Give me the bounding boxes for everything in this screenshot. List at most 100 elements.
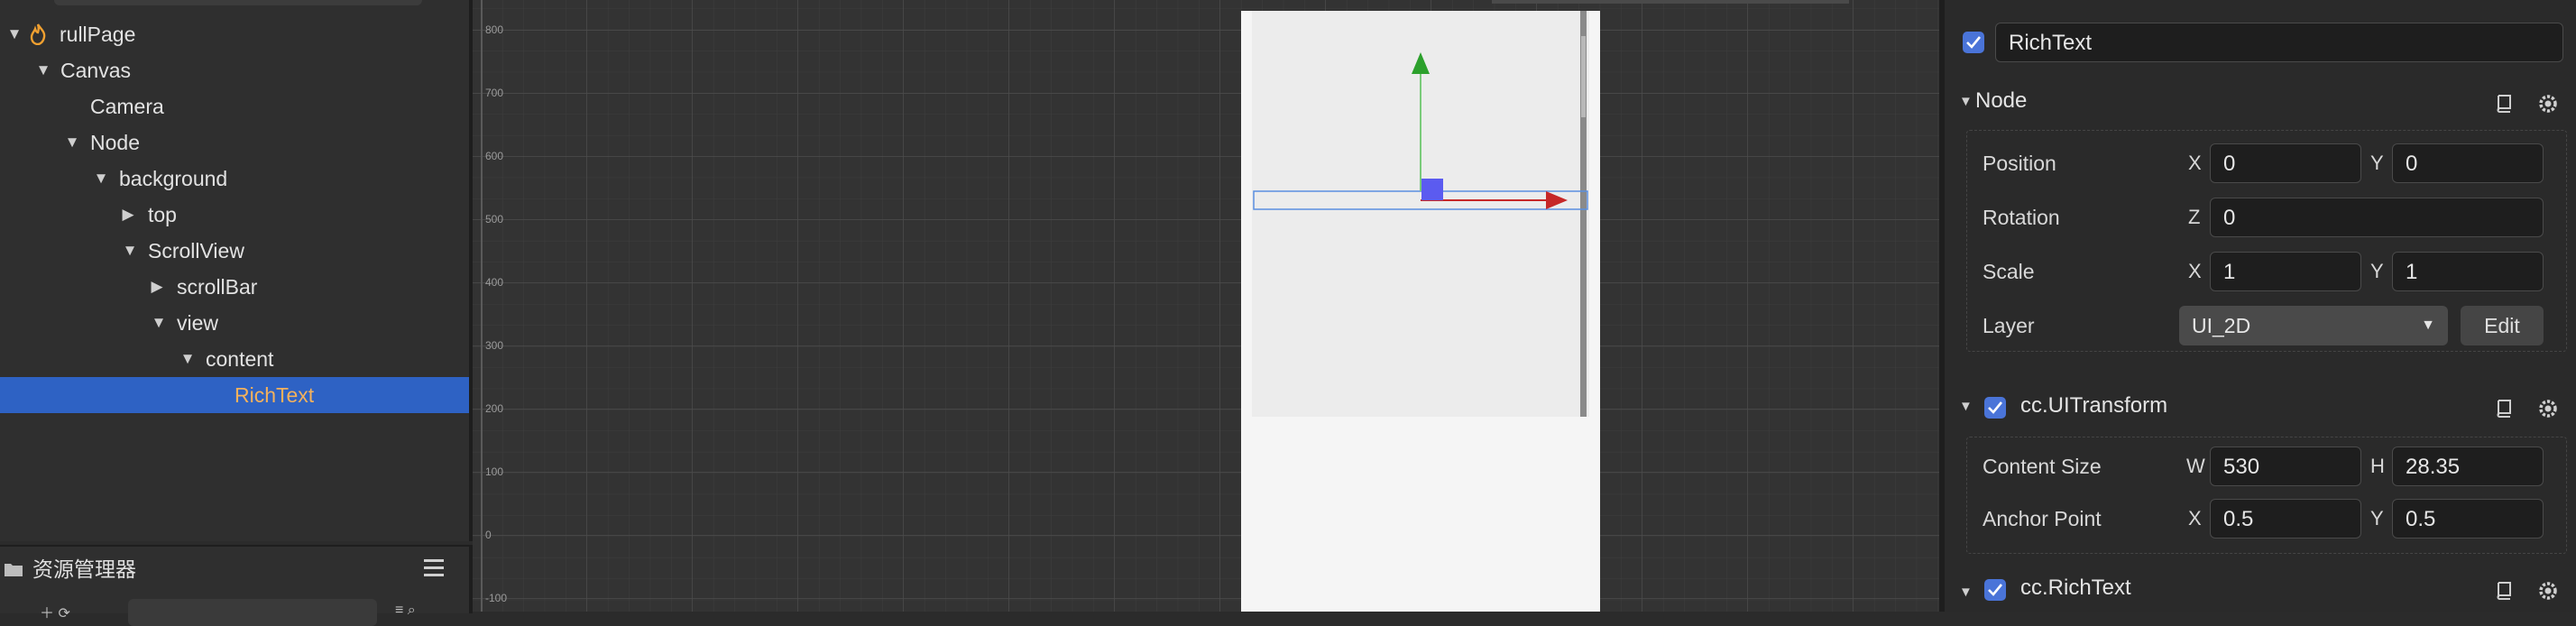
expand-arrow-icon[interactable]: ▼ [90,161,112,197]
axis-y-label: Y [2370,152,2384,174]
tree-item-top[interactable]: ▶ top [0,197,469,233]
checkmark-icon [1988,584,2003,596]
rotation-z-input[interactable]: 0 [2210,198,2544,237]
tree-item-content[interactable]: ▼ content [0,341,469,377]
gizmo-center-handle[interactable] [1421,179,1443,200]
checkmark-icon [1988,401,2003,414]
richtext-enabled-checkbox[interactable] [1984,579,2006,601]
tree-item-camera[interactable]: Camera [0,88,469,124]
expand-arrow-icon[interactable]: ▼ [32,52,54,88]
anchor-point-label: Anchor Point [1983,507,2102,530]
tree-item-scrollbar[interactable]: ▶ scrollBar [0,269,469,305]
section-title: Node [1975,88,2028,113]
assets-sort-icons[interactable]: ≡ ⌕ [395,603,458,621]
tree-item-canvas[interactable]: ▼ Canvas [0,52,469,88]
expand-arrow-icon[interactable]: ▼ [148,305,170,341]
scene-toolbar-edge [1492,0,1849,4]
tree-item-label: Node [90,131,140,154]
help-book-icon[interactable] [2495,581,2513,601]
ruler-label: 300 [485,339,504,352]
assets-toolbar-icons[interactable]: ＋ ⟳ [40,601,112,621]
tree-item-scrollview[interactable]: ▼ ScrollView [0,233,469,269]
tree-item-label: Camera [90,95,164,118]
tree-item-view[interactable]: ▼ view [0,305,469,341]
anchor-x-input[interactable]: 0.5 [2210,499,2361,539]
ruler-label: 0 [485,529,492,541]
collapse-arrow-icon[interactable]: ▼ [1959,399,1973,414]
layer-select-value: UI_2D [2192,314,2251,337]
inspector-panel: RichText ▼ Node Position X 0 Y 0 Rotatio… [1939,0,2576,612]
content-width-input[interactable]: 530 [2210,446,2361,486]
tree-item-label: Canvas [60,59,131,82]
uitransform-section-header[interactable]: ▼ cc.UITransform [1959,382,2567,433]
scale-x-input[interactable]: 1 [2210,252,2361,291]
help-book-icon[interactable] [2495,399,2513,419]
layer-label: Layer [1983,314,2035,337]
ruler-label: -100 [485,592,508,604]
axis-x-label: X [2188,507,2202,529]
hierarchy-panel: ▼ rullPage ▼ Canvas Camera ▼ Node ▼ back… [0,0,473,541]
expand-arrow-icon[interactable]: ▼ [4,16,25,52]
ruler-label: 700 [485,87,504,99]
tree-item-richtext[interactable]: RichText [0,377,469,413]
tree-item-label: RichText [235,383,315,407]
ruler-label: 800 [485,23,504,36]
expand-arrow-icon[interactable]: ▼ [177,341,198,377]
scale-label: Scale [1983,260,2035,283]
collapse-arrow-icon[interactable]: ▶ [117,197,139,233]
position-x-input[interactable]: 0 [2210,143,2361,183]
hierarchy-search-bar[interactable] [54,0,422,5]
expand-arrow-icon[interactable]: ▼ [119,233,141,269]
ruler-label: 200 [485,402,504,415]
tree-item-label: view [177,311,219,335]
tree-item-background[interactable]: ▼ background [0,161,469,197]
axis-y-label: Y [2370,260,2384,282]
axis-x-label: X [2188,152,2202,174]
position-label: Position [1983,152,2056,175]
richtext-section-header[interactable]: ▼ cc.RichText [1959,568,2567,612]
assets-search-input[interactable] [128,599,377,626]
collapse-arrow-icon[interactable]: ▶ [146,269,168,305]
node-section-header[interactable]: ▼ Node [1959,78,2567,128]
content-height-input[interactable]: 28.35 [2392,446,2544,486]
tree-item-node[interactable]: ▼ Node [0,124,469,161]
tree-item-label: rullPage [60,23,136,46]
collapse-arrow-icon[interactable]: ▼ [1959,585,1973,600]
scrollbar-thumb[interactable] [1581,36,1586,117]
collapse-arrow-icon[interactable]: ▼ [1959,94,1973,109]
ruler-label: 500 [485,213,504,226]
expand-arrow-icon[interactable]: ▼ [61,124,83,161]
help-book-icon[interactable] [2495,94,2513,114]
section-title: cc.RichText [2020,575,2131,600]
section-title: cc.UITransform [2020,393,2168,418]
scale-y-input[interactable]: 1 [2392,252,2544,291]
ruler-label: 600 [485,150,504,162]
layer-edit-button[interactable]: Edit [2461,306,2544,345]
tree-item-label: top [148,203,177,226]
node-name-input[interactable]: RichText [1995,23,2563,62]
anchor-y-input[interactable]: 0.5 [2392,499,2544,539]
scene-view[interactable]: 800 700 600 500 400 300 200 100 0 -100 [473,0,1939,612]
assets-header: 资源管理器 [0,547,469,592]
content-size-label: Content Size [1983,455,2102,478]
position-y-input[interactable]: 0 [2392,143,2544,183]
axis-z-label: Z [2188,206,2201,228]
gear-icon[interactable] [2536,92,2560,115]
folder-icon [5,564,23,576]
layer-select[interactable]: UI_2D ▼ [2179,306,2448,345]
tree-item-rullpage[interactable]: ▼ rullPage [0,16,469,52]
ruler-label: 400 [485,276,504,289]
node-active-checkbox[interactable] [1963,32,1984,53]
checkmark-icon [1966,36,1982,49]
assets-panel: 资源管理器 ＋ ⟳ ≡ ⌕ [0,545,473,626]
uitransform-enabled-checkbox[interactable] [1984,397,2006,419]
gear-icon[interactable] [2536,579,2560,603]
axis-h-label: H [2370,455,2385,477]
gear-icon[interactable] [2536,397,2560,420]
ruler-label: 100 [485,465,504,478]
axis-x-label: X [2188,260,2202,282]
tree-item-label: background [119,167,228,190]
tree-item-label: content [206,347,274,371]
hamburger-menu-icon[interactable] [424,559,444,577]
scene-flame-icon [30,23,46,45]
